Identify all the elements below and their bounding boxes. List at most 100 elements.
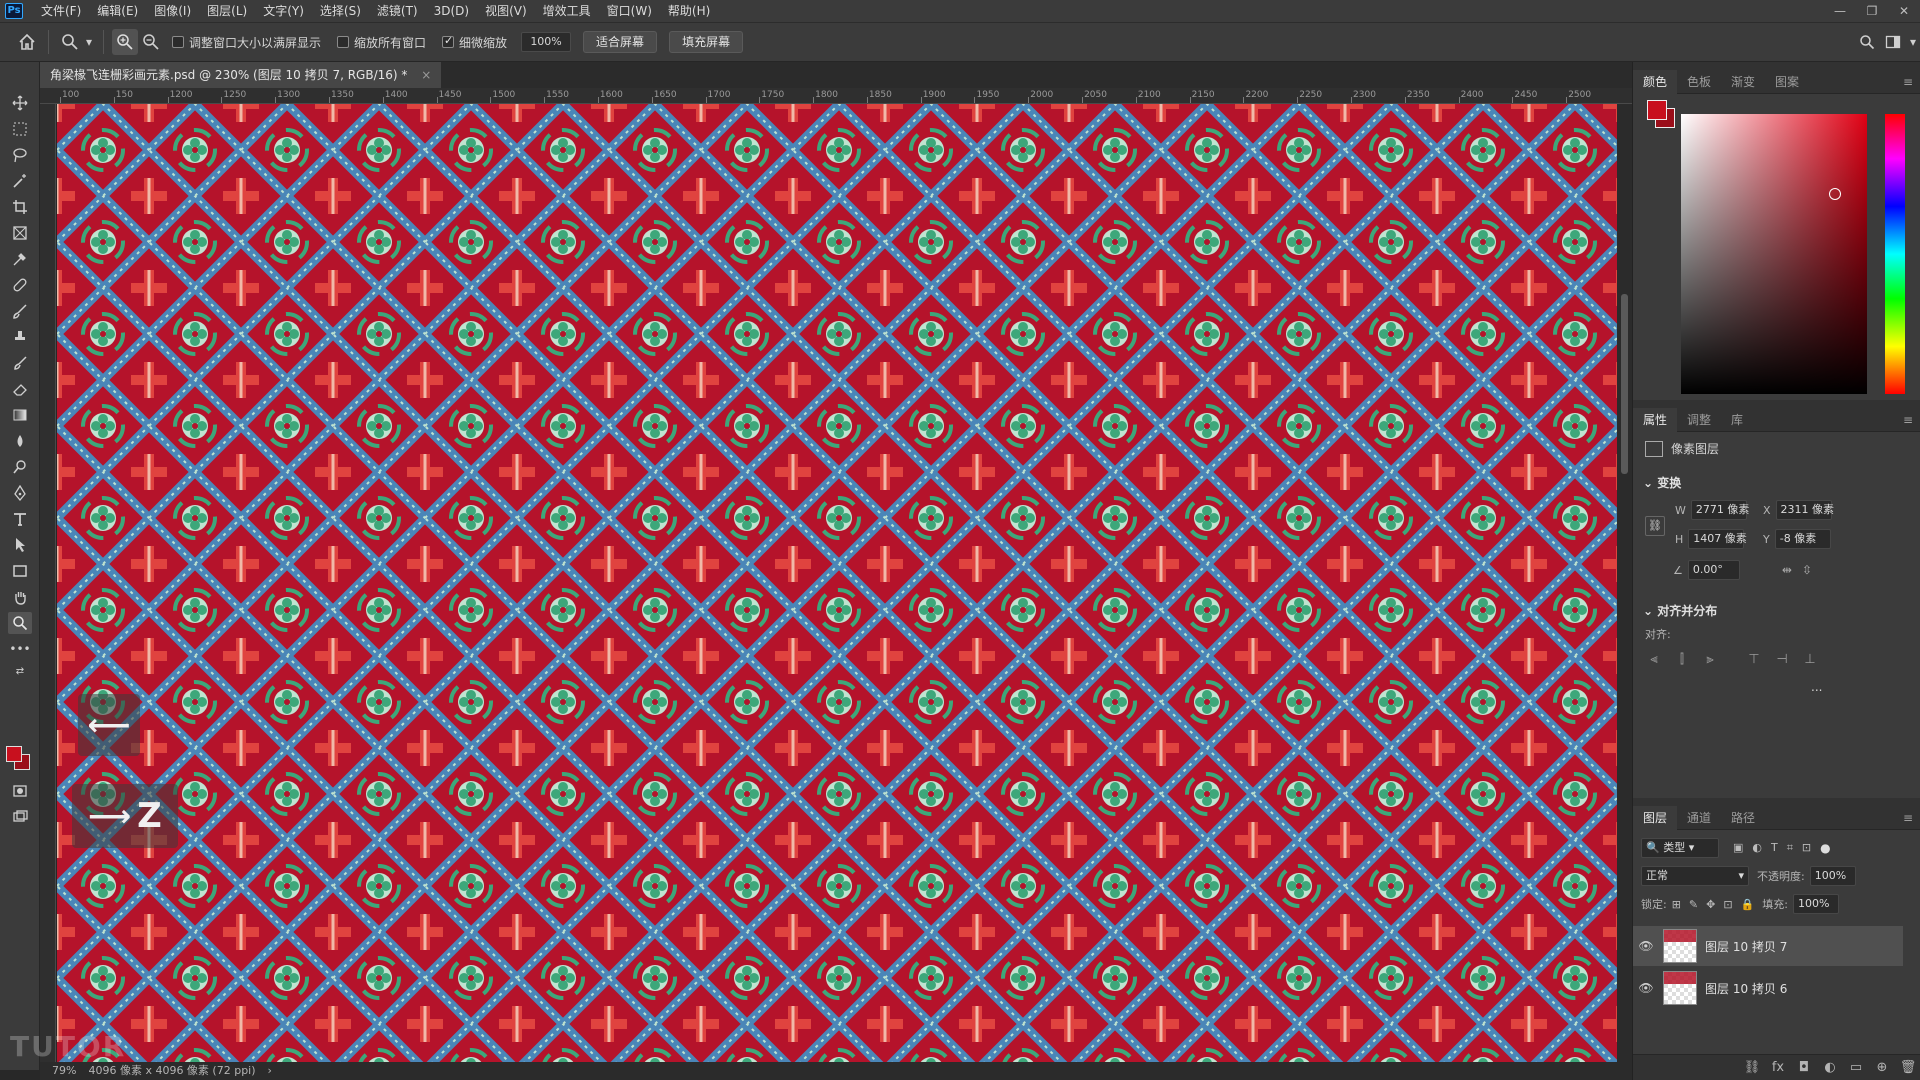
width-field[interactable]: 2771 像素 bbox=[1690, 500, 1749, 520]
menu-layer[interactable]: 图层(L) bbox=[199, 0, 255, 22]
opacity-field[interactable]: 100% bbox=[1809, 866, 1856, 886]
zoom-percent-field[interactable]: 100% bbox=[521, 32, 572, 52]
menu-select[interactable]: 选择(S) bbox=[312, 0, 369, 22]
tab-patterns[interactable]: 图案 bbox=[1765, 70, 1809, 94]
panel-menu-icon[interactable]: ≡ bbox=[1903, 413, 1913, 427]
flip-vertical-icon[interactable]: ⇳ bbox=[1802, 563, 1812, 577]
align-horizontal-center-icon[interactable]: ⫿ bbox=[1673, 652, 1691, 670]
layer-row[interactable]: 👁 图层 10 拷贝 6 bbox=[1633, 968, 1903, 1008]
tab-layers[interactable]: 图层 bbox=[1633, 805, 1678, 830]
home-icon[interactable] bbox=[14, 29, 40, 55]
blend-mode-dropdown[interactable]: 正常 ▾ bbox=[1641, 866, 1749, 886]
height-field[interactable]: 1407 像素 bbox=[1688, 529, 1747, 549]
document-tab[interactable]: 角梁椽飞连栅彩画元素.psd @ 230% (图层 10 拷贝 7, RGB/1… bbox=[40, 62, 442, 88]
healing-brush-tool-icon[interactable] bbox=[8, 274, 32, 296]
zoom-out-icon[interactable] bbox=[138, 29, 164, 55]
delete-layer-icon[interactable]: 🗑 bbox=[1895, 1060, 1920, 1075]
search-icon[interactable] bbox=[1854, 29, 1880, 55]
history-brush-tool-icon[interactable] bbox=[8, 352, 32, 374]
menu-view[interactable]: 视图(V) bbox=[477, 0, 535, 22]
resize-windows-checkbox[interactable]: 调整窗口大小以满屏显示 bbox=[172, 34, 321, 51]
color-picker-field[interactable] bbox=[1681, 114, 1867, 394]
fit-screen-button[interactable]: 适合屏幕 bbox=[583, 31, 658, 53]
tab-swatches[interactable]: 色板 bbox=[1677, 70, 1721, 94]
color-picker-handle[interactable] bbox=[1829, 188, 1841, 200]
close-icon[interactable]: ✕ bbox=[1888, 0, 1920, 22]
align-vertical-center-icon[interactable]: ⊣ bbox=[1773, 652, 1791, 670]
clone-stamp-tool-icon[interactable] bbox=[8, 326, 32, 348]
x-field[interactable]: 2311 像素 bbox=[1775, 500, 1834, 520]
menu-plugins[interactable]: 增效工具 bbox=[535, 0, 599, 22]
fill-screen-button[interactable]: 填充屏幕 bbox=[669, 31, 744, 53]
marquee-tool-icon[interactable] bbox=[8, 118, 32, 140]
path-selection-tool-icon[interactable] bbox=[8, 534, 32, 556]
link-icon[interactable]: ⛓ bbox=[1645, 516, 1665, 536]
y-field[interactable]: -8 像素 bbox=[1774, 529, 1831, 549]
vertical-scrollbar[interactable] bbox=[1617, 104, 1632, 1062]
tab-color[interactable]: 颜色 bbox=[1633, 69, 1678, 94]
transform-section-title[interactable]: ⌄ 变换 bbox=[1643, 474, 1681, 491]
tab-adjustments[interactable]: 调整 bbox=[1677, 408, 1721, 432]
frame-tool-icon[interactable] bbox=[8, 222, 32, 244]
panel-menu-icon[interactable]: ≡ bbox=[1903, 75, 1913, 89]
move-tool-icon[interactable] bbox=[8, 92, 32, 114]
magic-wand-tool-icon[interactable] bbox=[8, 170, 32, 192]
foreground-color-swatch[interactable] bbox=[6, 746, 22, 762]
layer-name[interactable]: 图层 10 拷贝 6 bbox=[1705, 980, 1787, 997]
flip-horizontal-icon[interactable]: ⇹ bbox=[1782, 563, 1792, 577]
align-right-icon[interactable]: ⫸ bbox=[1701, 652, 1719, 670]
link-layers-icon[interactable]: ⛓ bbox=[1739, 1060, 1765, 1075]
angle-field[interactable]: 0.00° bbox=[1687, 560, 1740, 580]
new-layer-icon[interactable]: ⊕ bbox=[1869, 1060, 1895, 1075]
lasso-tool-icon[interactable] bbox=[8, 144, 32, 166]
screen-mode-icon[interactable] bbox=[8, 806, 32, 828]
restore-icon[interactable]: ❐ bbox=[1856, 0, 1888, 22]
tab-gradients[interactable]: 渐变 bbox=[1721, 70, 1765, 94]
align-bottom-icon[interactable]: ⊥ bbox=[1801, 652, 1819, 670]
layer-filter-icons[interactable]: ▣◐T⌗⊡ bbox=[1733, 841, 1820, 855]
eye-visibility-icon[interactable]: 👁 bbox=[1633, 981, 1659, 995]
workspace-icon[interactable] bbox=[1880, 29, 1906, 55]
zoom-tool-active-icon[interactable] bbox=[8, 612, 32, 634]
more-tools-icon[interactable]: ••• bbox=[8, 638, 32, 660]
menu-help[interactable]: 帮助(H) bbox=[660, 0, 718, 22]
scrubby-zoom-checkbox[interactable]: 细微缩放 bbox=[442, 34, 507, 51]
new-group-icon[interactable]: ▭ bbox=[1843, 1060, 1869, 1075]
document-canvas[interactable] bbox=[57, 104, 1617, 1062]
hue-slider[interactable] bbox=[1885, 114, 1905, 394]
panel-menu-icon[interactable]: ≡ bbox=[1903, 811, 1913, 825]
menu-3d[interactable]: 3D(D) bbox=[426, 0, 477, 22]
layer-filter-dropdown[interactable]: 🔍 类型 ▾ bbox=[1641, 838, 1719, 858]
menu-filter[interactable]: 滤镜(T) bbox=[369, 0, 426, 22]
brush-tool-icon[interactable] bbox=[8, 300, 32, 322]
tab-properties[interactable]: 属性 bbox=[1633, 407, 1678, 432]
lock-icons[interactable]: ⊞✎✥⊡🔒 bbox=[1672, 898, 1763, 911]
minimize-icon[interactable]: — bbox=[1824, 0, 1856, 22]
menu-file[interactable]: 文件(F) bbox=[33, 0, 89, 22]
tab-libraries[interactable]: 库 bbox=[1721, 408, 1753, 432]
quick-mask-icon[interactable] bbox=[8, 780, 32, 802]
add-mask-icon[interactable]: ◘ bbox=[1791, 1060, 1817, 1075]
status-expand-icon[interactable]: › bbox=[268, 1062, 272, 1080]
menu-edit[interactable]: 编辑(E) bbox=[89, 0, 146, 22]
tab-close-icon[interactable]: × bbox=[421, 68, 431, 82]
eyedropper-tool-icon[interactable] bbox=[8, 248, 32, 270]
layer-row-selected[interactable]: 👁 图层 10 拷贝 7 bbox=[1633, 926, 1903, 966]
vertical-ruler[interactable] bbox=[40, 104, 56, 1062]
align-section-title[interactable]: ⌄ 对齐并分布 bbox=[1643, 602, 1717, 619]
dodge-tool-icon[interactable] bbox=[8, 456, 32, 478]
menu-window[interactable]: 窗口(W) bbox=[599, 0, 660, 22]
foreground-swatch[interactable] bbox=[1647, 100, 1667, 120]
horizontal-ruler[interactable]: 100 150 1200 1250 1300 1350 1400 1450 1500 1550 16… bbox=[40, 88, 1632, 104]
menu-image[interactable]: 图像(I) bbox=[146, 0, 199, 22]
zoom-in-icon[interactable] bbox=[112, 29, 138, 55]
scrollbar-thumb[interactable] bbox=[1621, 294, 1628, 474]
layer-name[interactable]: 图层 10 拷贝 7 bbox=[1705, 938, 1787, 955]
eraser-tool-icon[interactable] bbox=[8, 378, 32, 400]
chevron-down-icon[interactable]: ▾ bbox=[83, 29, 95, 55]
hand-tool-icon[interactable] bbox=[8, 586, 32, 608]
tab-paths[interactable]: 路径 bbox=[1721, 806, 1765, 830]
filter-toggle-icon[interactable]: ● bbox=[1820, 841, 1830, 855]
tab-channels[interactable]: 通道 bbox=[1677, 806, 1721, 830]
adjustment-layer-icon[interactable]: ◐ bbox=[1817, 1060, 1843, 1075]
